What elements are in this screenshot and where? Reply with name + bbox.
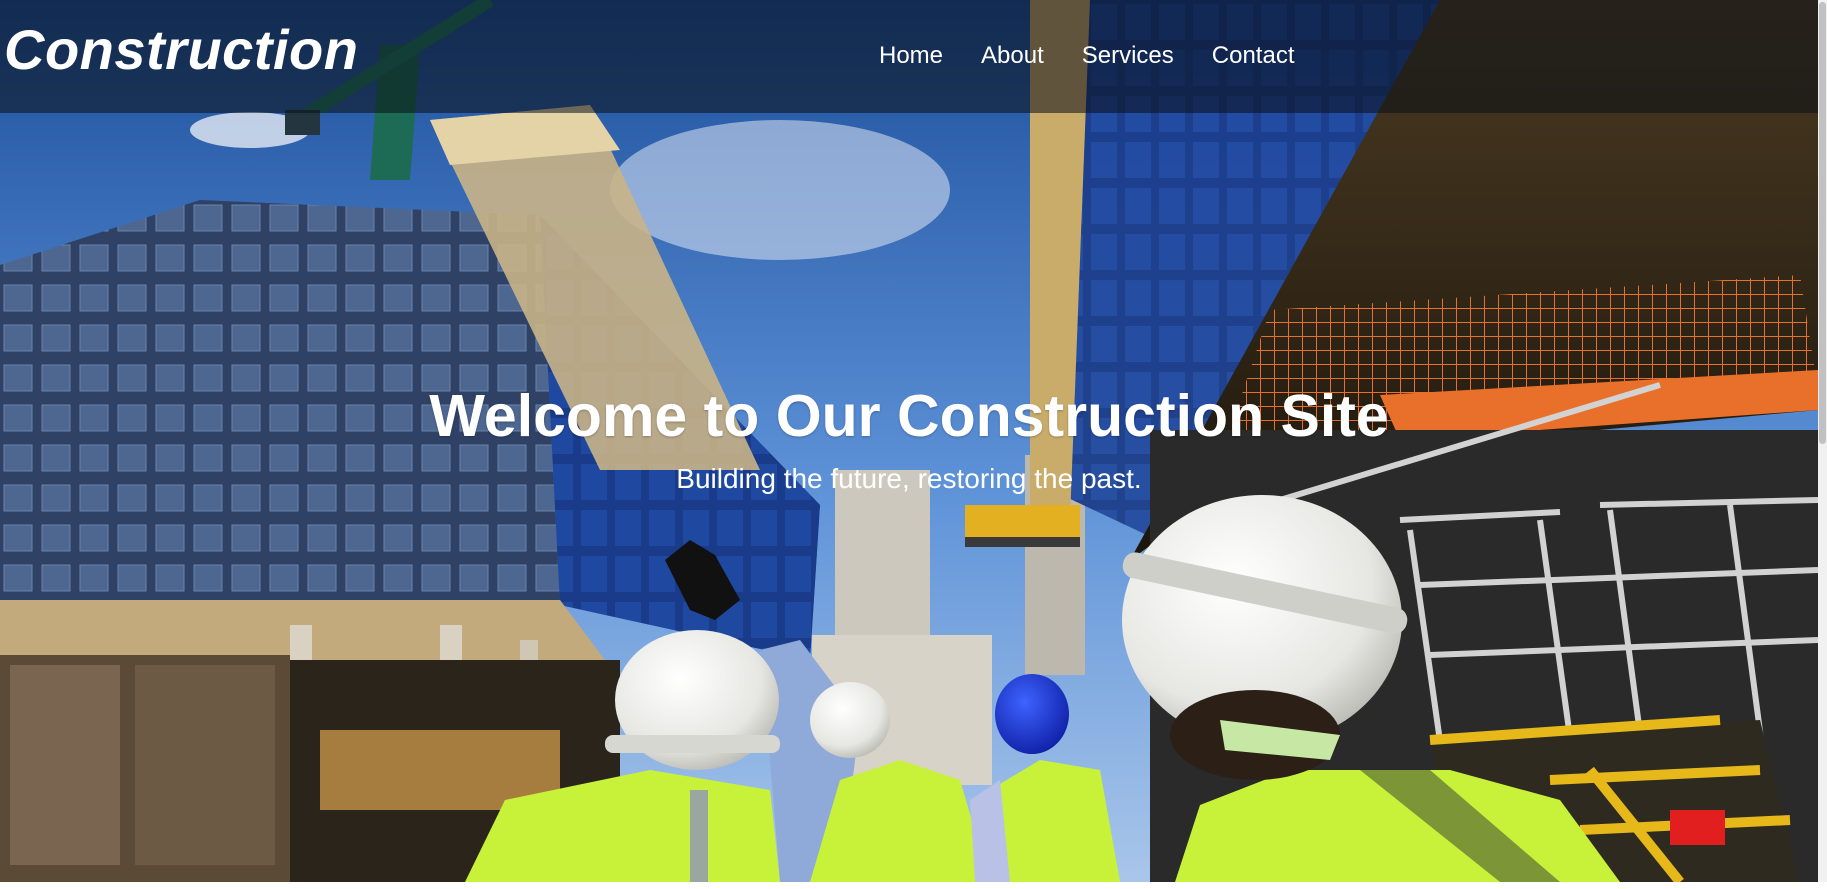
site-logo[interactable]: Construction bbox=[4, 22, 358, 78]
nav-link-about[interactable]: About bbox=[981, 42, 1044, 69]
nav-item-about: About bbox=[981, 42, 1044, 70]
nav-item-services: Services bbox=[1082, 42, 1174, 70]
hero-content: Welcome to Our Construction Site Buildin… bbox=[0, 384, 1818, 495]
site-navbar: Construction Home About Services Contact bbox=[0, 0, 1818, 113]
nav-item-home: Home bbox=[879, 42, 943, 70]
hero-title: Welcome to Our Construction Site bbox=[429, 383, 1389, 449]
nav-link-home[interactable]: Home bbox=[879, 42, 943, 69]
nav-item-contact: Contact bbox=[1212, 42, 1295, 70]
nav-link-services[interactable]: Services bbox=[1082, 42, 1174, 69]
scrollbar-thumb[interactable] bbox=[1819, 2, 1826, 444]
nav-menu: Home About Services Contact bbox=[879, 42, 1295, 70]
nav-link-contact[interactable]: Contact bbox=[1212, 42, 1295, 69]
page-scrollbar[interactable] bbox=[1818, 0, 1827, 882]
hero-subtitle: Building the future, restoring the past. bbox=[676, 462, 1142, 494]
